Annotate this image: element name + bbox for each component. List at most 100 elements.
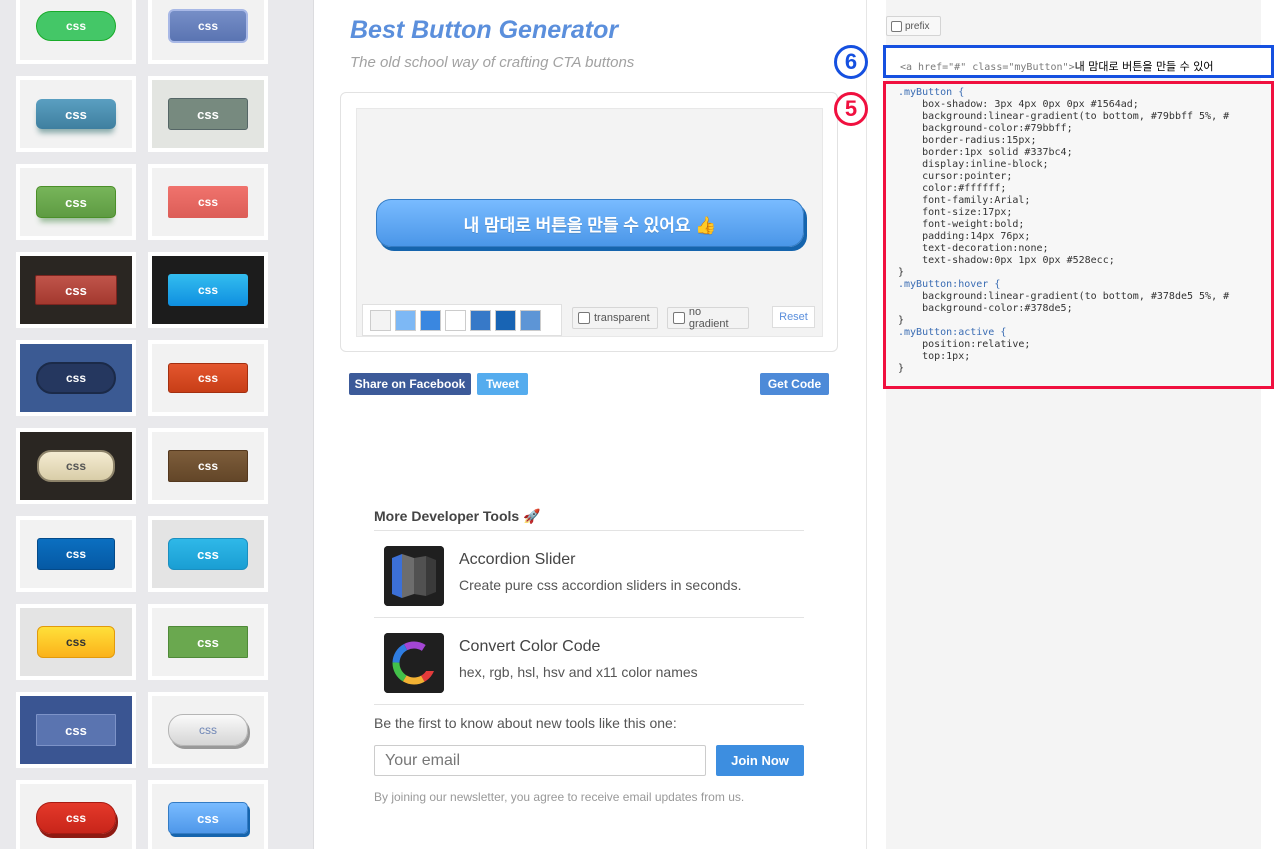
style-tile-brown[interactable]: css xyxy=(148,428,268,504)
style-tile-cyan[interactable]: css xyxy=(148,516,268,592)
color-swatch[interactable] xyxy=(445,309,466,331)
css-line: background:linear-gradient(to bottom, #3… xyxy=(898,291,1230,302)
join-now-button[interactable]: Join Now xyxy=(716,745,804,776)
color-swatch[interactable] xyxy=(495,309,516,331)
more-developer-tools: More Developer Tools 🚀 Accordion Slider … xyxy=(374,508,804,705)
css-line: position:relative; xyxy=(898,339,1031,350)
css-sample-button[interactable]: css xyxy=(36,362,116,394)
style-tile-teal-3d[interactable]: css xyxy=(16,76,136,152)
email-input[interactable] xyxy=(374,745,706,776)
get-code-button[interactable]: Get Code xyxy=(760,373,829,395)
style-tile-silver-pill[interactable]: css xyxy=(148,692,268,768)
style-tile-blue-flat[interactable]: css xyxy=(16,516,136,592)
transparent-label: transparent xyxy=(594,312,650,324)
accordion-slider-icon xyxy=(384,546,444,606)
more-tools-heading: More Developer Tools 🚀 xyxy=(374,508,541,524)
css-sample-button[interactable]: css xyxy=(168,714,248,746)
color-swatch[interactable] xyxy=(420,309,441,331)
css-sample-button[interactable]: css xyxy=(37,538,115,570)
style-tile-yellow[interactable]: css xyxy=(16,604,136,680)
tool-item-convert-color-code[interactable]: Convert Color Code hex, rgb, hsl, hsv an… xyxy=(374,618,804,704)
css-code-box[interactable]: .myButton { box-shadow: 3px 4px 0px 0px … xyxy=(883,81,1274,389)
checkbox-icon[interactable] xyxy=(673,312,685,324)
preview-button[interactable]: 내 맘대로 버튼을 만들 수 있어요 👍 xyxy=(376,199,804,247)
page-subtitle: The old school way of crafting CTA butto… xyxy=(350,54,635,71)
css-line: border-radius:15px; xyxy=(898,135,1037,146)
tool-item-accordion-slider[interactable]: Accordion Slider Create pure css accordi… xyxy=(374,531,804,617)
prefix-toggle[interactable]: prefix xyxy=(886,16,941,36)
no-gradient-label: no gradient xyxy=(688,306,729,330)
css-sample-button[interactable]: css xyxy=(36,99,116,129)
css-sample-button[interactable]: css xyxy=(36,11,116,41)
color-swatch[interactable] xyxy=(470,309,491,331)
reset-button[interactable]: Reset xyxy=(772,306,815,328)
css-sample-button[interactable]: css xyxy=(168,186,248,218)
css-line: display:inline-block; xyxy=(898,159,1049,170)
css-line: font-weight:bold; xyxy=(898,219,1025,230)
style-tile-green-3d[interactable]: css xyxy=(16,164,136,240)
transparent-toggle[interactable]: transparent xyxy=(572,307,658,329)
html-open-tag: <a href="#" class="myButton"> xyxy=(900,62,1075,73)
annotation-marker-5: 5 xyxy=(834,92,868,126)
css-sample-button[interactable]: css xyxy=(37,626,115,658)
css-line: cursor:pointer; xyxy=(898,171,1013,182)
checkbox-icon[interactable] xyxy=(578,312,590,324)
css-line: font-family:Arial; xyxy=(898,195,1031,206)
style-tile-blue-inset[interactable]: css xyxy=(16,692,136,768)
color-swatch[interactable] xyxy=(520,309,541,331)
css-line: } xyxy=(898,267,905,278)
css-sample-button[interactable]: css xyxy=(168,9,248,43)
css-sample-button[interactable]: css xyxy=(36,714,116,746)
style-tile-navy-pill[interactable]: css xyxy=(16,340,136,416)
style-tile-orange-red[interactable]: css xyxy=(148,340,268,416)
html-code-box[interactable]: <a href="#" class="myButton">내 맘대로 버튼을 만… xyxy=(883,45,1274,78)
css-line: background-color:#79bbff; xyxy=(898,123,1073,134)
color-wheel-icon xyxy=(384,633,444,693)
newsletter-note: By joining our newsletter, you agree to … xyxy=(374,790,745,804)
css-sample-button[interactable]: css xyxy=(168,450,248,482)
share-facebook-button[interactable]: Share on Facebook xyxy=(349,373,471,395)
color-swatch[interactable] xyxy=(370,309,391,331)
tweet-button[interactable]: Tweet xyxy=(477,373,528,395)
css-line: color:#ffffff; xyxy=(898,183,1007,194)
tool-name[interactable]: Accordion Slider xyxy=(459,551,576,569)
css-line: .myButton { xyxy=(898,87,965,98)
css-sample-button[interactable]: css xyxy=(168,626,248,658)
css-sample-button[interactable]: css xyxy=(35,275,117,305)
style-tile-red-pill[interactable]: css xyxy=(16,780,136,849)
style-tile-salmon[interactable]: css xyxy=(148,164,268,240)
tool-description: hex, rgb, hsl, hsv and x11 color names xyxy=(459,664,698,680)
style-tile-green-flat[interactable]: css xyxy=(148,604,268,680)
style-tile-cream-pill[interactable]: css xyxy=(16,428,136,504)
style-tile-grey-green[interactable]: css xyxy=(148,76,268,152)
page-title: Best Button Generator xyxy=(350,16,619,44)
style-tile-red-dark[interactable]: css xyxy=(16,252,136,328)
style-tile-green-pill[interactable]: css xyxy=(16,0,136,64)
css-sample-button[interactable]: css xyxy=(168,274,248,306)
no-gradient-toggle[interactable]: no gradient xyxy=(667,306,749,330)
checkbox-icon[interactable] xyxy=(891,20,902,32)
css-line: .myButton:hover { xyxy=(898,279,1001,290)
style-tile-blue-slate[interactable]: css xyxy=(148,0,268,64)
css-line: background:linear-gradient(to bottom, #7… xyxy=(898,111,1230,122)
css-line: text-decoration:none; xyxy=(898,243,1049,254)
css-sample-button[interactable]: css xyxy=(36,186,116,218)
css-sample-button[interactable]: css xyxy=(168,802,248,834)
css-sample-button[interactable]: css xyxy=(168,538,248,570)
css-sample-button[interactable]: css xyxy=(168,98,248,130)
css-line: box-shadow: 3px 4px 0px 0px #1564ad; xyxy=(898,99,1139,110)
style-tile-blue-dark[interactable]: css xyxy=(148,252,268,328)
color-swatch-bar xyxy=(362,304,562,336)
style-tile-blue-3d[interactable]: css xyxy=(148,780,268,849)
newsletter-text: Be the first to know about new tools lik… xyxy=(374,715,677,731)
tool-name[interactable]: Convert Color Code xyxy=(459,638,600,656)
divider xyxy=(374,704,804,705)
prefix-label: prefix xyxy=(905,20,930,32)
css-sample-button[interactable]: css xyxy=(36,802,116,834)
css-line: border:1px solid #337bc4; xyxy=(898,147,1073,158)
css-line: .myButton:active { xyxy=(898,327,1007,338)
css-line: text-shadow:0px 1px 0px #528ecc; xyxy=(898,255,1115,266)
css-sample-button[interactable]: css xyxy=(168,363,248,393)
color-swatch[interactable] xyxy=(395,309,416,331)
css-sample-button[interactable]: css xyxy=(37,450,115,482)
